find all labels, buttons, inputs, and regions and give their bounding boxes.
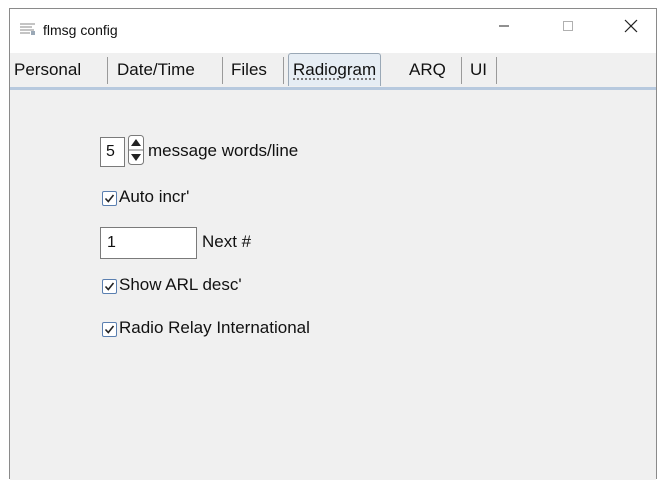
minimize-icon bbox=[499, 25, 509, 27]
tab-separator bbox=[222, 57, 223, 84]
minimize-button[interactable] bbox=[481, 9, 527, 43]
tab-arq[interactable]: ARQ bbox=[405, 55, 450, 85]
tab-radiogram[interactable]: Radiogram bbox=[288, 53, 382, 86]
tab-separator bbox=[496, 57, 497, 84]
show-arl-desc-label[interactable]: Show ARL desc' bbox=[119, 275, 242, 295]
close-button[interactable] bbox=[608, 9, 654, 43]
maximize-icon bbox=[563, 20, 573, 31]
tab-bar: Personal Date/Time Files Radiogram ARQ U… bbox=[10, 53, 656, 87]
words-per-line-stepper[interactable] bbox=[128, 135, 144, 165]
show-arl-desc-checkbox[interactable] bbox=[102, 279, 117, 294]
window-title: flmsg config bbox=[43, 22, 118, 38]
tab-separator bbox=[107, 57, 108, 84]
tab-separator bbox=[461, 57, 462, 84]
next-number-label: Next # bbox=[202, 232, 252, 251]
tab-ui[interactable]: UI bbox=[466, 55, 491, 85]
radiogram-panel: 5 message words/line Auto incr' 1 Next # bbox=[10, 90, 656, 480]
config-window: flmsg config Personal Date/Time Files Ra… bbox=[9, 8, 657, 480]
checkmark-icon bbox=[104, 194, 115, 203]
tab-files[interactable]: Files bbox=[227, 55, 271, 85]
words-per-line-input[interactable]: 5 bbox=[100, 137, 125, 167]
maximize-button[interactable] bbox=[545, 9, 591, 43]
radio-relay-international-label[interactable]: Radio Relay International bbox=[119, 318, 310, 338]
tab-personal[interactable]: Personal bbox=[10, 55, 85, 85]
checkmark-icon bbox=[104, 282, 115, 291]
checkmark-icon bbox=[104, 325, 115, 334]
tab-date-time[interactable]: Date/Time bbox=[113, 55, 199, 85]
next-number-input[interactable]: 1 bbox=[100, 227, 197, 259]
auto-incr-checkbox[interactable] bbox=[102, 191, 117, 206]
auto-incr-label[interactable]: Auto incr' bbox=[119, 187, 189, 207]
app-icon bbox=[19, 22, 36, 36]
title-bar[interactable]: flmsg config bbox=[10, 9, 656, 43]
tab-separator bbox=[283, 57, 284, 84]
radio-relay-international-checkbox[interactable] bbox=[102, 322, 117, 337]
words-per-line-label: message words/line bbox=[148, 141, 299, 160]
close-icon bbox=[624, 19, 638, 33]
